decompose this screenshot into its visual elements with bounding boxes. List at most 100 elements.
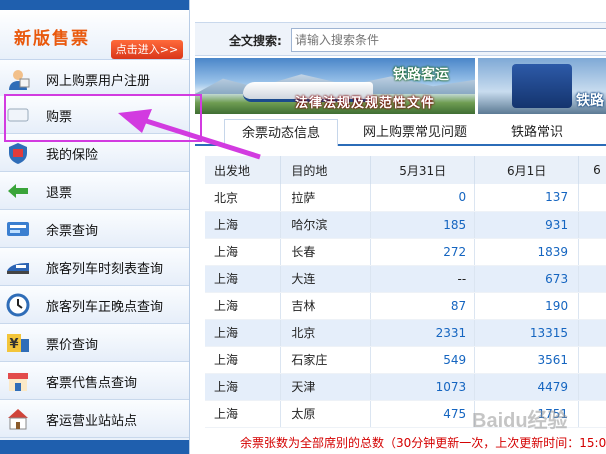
table-cell bbox=[578, 184, 606, 212]
remaining-tickets-icon bbox=[6, 217, 30, 241]
table-row: 上海 吉林 87 190 bbox=[205, 292, 606, 320]
table-cell: 上海 bbox=[205, 265, 282, 293]
fulltext-search-bar: 全文搜索: bbox=[195, 22, 606, 56]
sidebar-item-label: 退票 bbox=[46, 186, 73, 201]
ticket-count-cell[interactable]: 13315 bbox=[474, 319, 580, 347]
banner-railway-passenger-text: 铁路客运 bbox=[393, 67, 449, 83]
table-cell: 上海 bbox=[205, 292, 282, 320]
pointer-arrow-icon bbox=[118, 109, 261, 160]
banner-law-text: 法律法规及规范性文件 bbox=[295, 96, 436, 111]
table-cell: 大连 bbox=[280, 265, 372, 293]
table-cell: 上海 bbox=[205, 238, 282, 266]
sidebar-item-fare-query[interactable]: ¥ 票价查询 bbox=[0, 324, 189, 362]
sidebar-item-refund[interactable]: 退票 bbox=[0, 172, 189, 210]
banner-title: 新版售票 bbox=[14, 29, 90, 49]
ticket-count-cell[interactable]: 1839 bbox=[474, 238, 580, 266]
sidebar-item-label: 旅客列车正晚点查询 bbox=[46, 300, 164, 315]
ticket-count-cell[interactable]: 3561 bbox=[474, 346, 580, 374]
search-label: 全文搜索: bbox=[229, 34, 282, 48]
table-row: 上海 哈尔滨 185 931 bbox=[205, 211, 606, 239]
table-body: 北京 拉萨 0 137 上海 哈尔滨 185 931 上海 长春 272 1839 上海 大连 -- 673 上… bbox=[205, 184, 606, 428]
ticket-count-cell[interactable]: 931 bbox=[474, 211, 580, 239]
ticket-count-cell[interactable]: 673 bbox=[474, 265, 580, 293]
table-cell bbox=[578, 346, 606, 374]
table-cell: 上海 bbox=[205, 400, 282, 428]
sidebar-item-agency-query[interactable]: 客票代售点查询 bbox=[0, 362, 189, 400]
table-cell: 哈尔滨 bbox=[280, 211, 372, 239]
baidu-watermark: Baidu经验 bbox=[472, 410, 568, 432]
table-cell bbox=[578, 400, 606, 428]
table-cell: 长春 bbox=[280, 238, 372, 266]
sidebar-item-label: 我的保险 bbox=[46, 148, 99, 163]
banner-right-text: 铁路 bbox=[576, 93, 604, 109]
user-register-icon bbox=[6, 67, 30, 91]
sidebar-item-stations[interactable]: 客运营业站站点 bbox=[0, 400, 189, 438]
railway-banner-right[interactable]: 铁路 bbox=[478, 58, 606, 114]
table-row: 上海 北京 2331 13315 bbox=[205, 319, 606, 347]
table-cell: 天津 bbox=[280, 373, 372, 401]
sidebar-item-label: 客票代售点查询 bbox=[46, 376, 138, 391]
table-cell: 石家庄 bbox=[280, 346, 372, 374]
table-row: 上海 天津 1073 4479 bbox=[205, 373, 606, 401]
ticket-count-cell[interactable]: 0 bbox=[370, 184, 476, 212]
sidebar-item-delay-query[interactable]: 旅客列车正晚点查询 bbox=[0, 286, 189, 324]
table-cell: 太原 bbox=[280, 400, 372, 428]
search-input[interactable] bbox=[291, 28, 606, 52]
table-cell: 吉林 bbox=[280, 292, 372, 320]
insurance-shield-icon bbox=[6, 141, 30, 165]
sidebar-item-timetable[interactable]: 旅客列车时刻表查询 bbox=[0, 248, 189, 286]
sidebar-item-label: 票价查询 bbox=[46, 338, 99, 353]
table-cell: 北京 bbox=[205, 184, 282, 212]
tab-faq[interactable]: 网上购票常见问题 bbox=[347, 119, 483, 146]
sidebar-item-user-register[interactable]: 网上购票用户注册 bbox=[0, 60, 189, 98]
ticket-count-cell[interactable]: 87 bbox=[370, 292, 476, 320]
ticket-count-cell[interactable]: 272 bbox=[370, 238, 476, 266]
tab-railway-knowledge[interactable]: 铁路常识 bbox=[495, 119, 579, 146]
ticket-count-cell[interactable]: 1073 bbox=[370, 373, 476, 401]
ticket-count-cell[interactable]: 475 bbox=[370, 400, 476, 428]
ticket-count-cell[interactable]: 137 bbox=[474, 184, 580, 212]
locomotive-graphic bbox=[512, 64, 572, 108]
sidebar-top-bar bbox=[0, 0, 189, 10]
station-house-icon bbox=[6, 407, 30, 431]
table-cell bbox=[578, 211, 606, 239]
remaining-tickets-table: 出发地 目的地 5月31日 6月1日 6 北京 拉萨 0 137 上海 哈尔滨 185 931… bbox=[205, 156, 606, 428]
table-row: 上海 大连 -- 673 bbox=[205, 265, 606, 293]
sidebar-item-remaining-tickets[interactable]: 余票查询 bbox=[0, 210, 189, 248]
remaining-tickets-note: 余票张数为全部席别的总数（30分钟更新一次，上次更新时间：15:08） bbox=[240, 436, 606, 450]
table-cell bbox=[578, 373, 606, 401]
table-cell bbox=[578, 292, 606, 320]
table-cell bbox=[578, 319, 606, 347]
ticket-count-cell[interactable]: 549 bbox=[370, 346, 476, 374]
yen-price-icon: ¥ bbox=[6, 331, 30, 355]
header-destination: 目的地 bbox=[280, 156, 372, 184]
sidebar-bottom-strip bbox=[0, 440, 189, 454]
table-cell bbox=[578, 265, 606, 293]
table-cell: 上海 bbox=[205, 211, 282, 239]
ticket-count-cell[interactable]: 185 bbox=[370, 211, 476, 239]
header-date-1: 5月31日 bbox=[370, 156, 476, 184]
ticket-count-cell[interactable]: 190 bbox=[474, 292, 580, 320]
header-date-2: 6月1日 bbox=[474, 156, 580, 184]
ticket-count-cell[interactable]: 4479 bbox=[474, 373, 580, 401]
table-row: 上海 长春 272 1839 bbox=[205, 238, 606, 266]
sidebar-item-label: 余票查询 bbox=[46, 224, 99, 239]
sidebar-item-label: 网上购票用户注册 bbox=[46, 74, 151, 89]
sidebar-item-label: 客运营业站站点 bbox=[46, 414, 138, 429]
table-cell: 上海 bbox=[205, 373, 282, 401]
header-date-3: 6 bbox=[578, 156, 606, 184]
table-row: 上海 石家庄 549 3561 bbox=[205, 346, 606, 374]
ticket-count-cell[interactable]: 2331 bbox=[370, 319, 476, 347]
ticket-count-cell[interactable]: -- bbox=[370, 265, 476, 293]
svg-text:¥: ¥ bbox=[9, 337, 18, 352]
new-ticketing-banner: 新版售票 点击进入>> bbox=[0, 10, 189, 60]
clock-icon bbox=[6, 293, 30, 317]
table-cell: 北京 bbox=[280, 319, 372, 347]
table-cell: 上海 bbox=[205, 346, 282, 374]
table-cell: 上海 bbox=[205, 319, 282, 347]
enter-new-ticketing-button[interactable]: 点击进入>> bbox=[111, 40, 183, 59]
refund-arrow-icon bbox=[6, 179, 30, 203]
sidebar-item-label: 旅客列车时刻表查询 bbox=[46, 262, 164, 277]
sidebar: 新版售票 点击进入>> 网上购票用户注册 购票 我的保险 退票 余票查询 旅客列… bbox=[0, 0, 190, 454]
table-row: 北京 拉萨 0 137 bbox=[205, 184, 606, 212]
